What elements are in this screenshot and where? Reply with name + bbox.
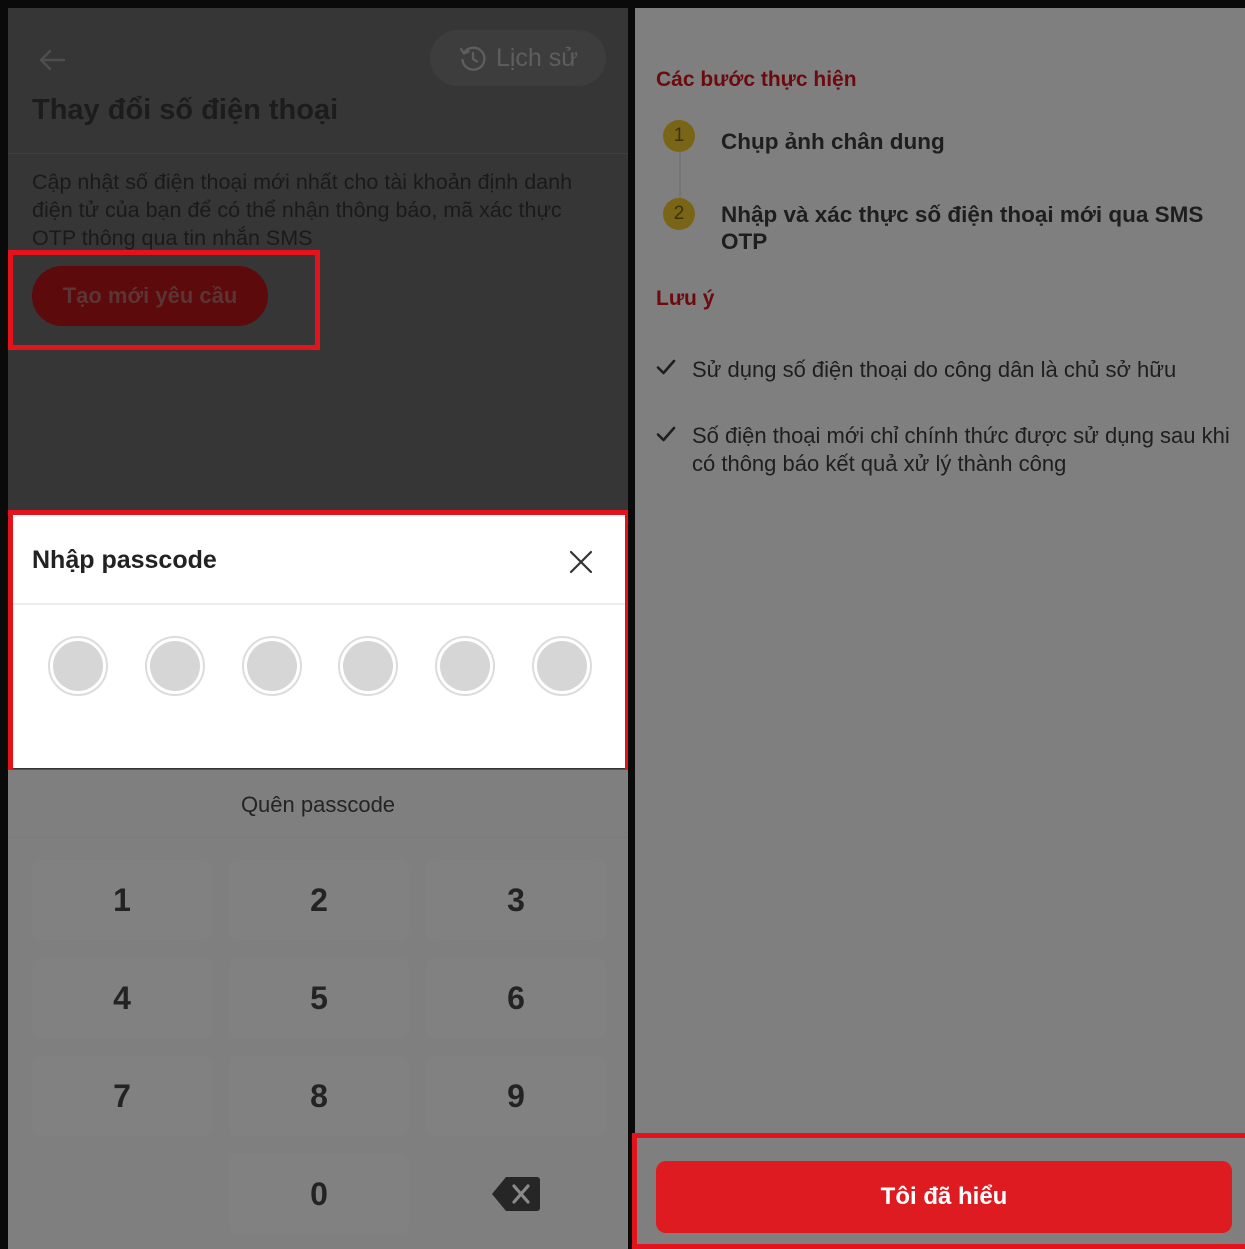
key-3[interactable]: 3 bbox=[426, 860, 606, 940]
instructions-screen: Các bước thực hiện 1 Chụp ảnh chân dung … bbox=[635, 8, 1245, 1249]
note-item: Số điện thoại mới chỉ chính thức được sử… bbox=[692, 423, 1230, 476]
key-9[interactable]: 9 bbox=[426, 1056, 606, 1136]
panel-separator bbox=[628, 0, 635, 1249]
history-label: Lịch sử bbox=[495, 43, 579, 72]
step-number-badge: 2 bbox=[663, 198, 695, 230]
phone-change-screen: Lịch sử Thay đổi số điện thoại Cập nhật … bbox=[8, 8, 628, 1249]
forgot-passcode-link[interactable]: Quên passcode bbox=[8, 792, 628, 818]
key-1[interactable]: 1 bbox=[32, 860, 212, 940]
key-2[interactable]: 2 bbox=[229, 860, 409, 940]
back-arrow-icon[interactable] bbox=[36, 44, 68, 76]
highlight-passcode-sheet bbox=[8, 510, 628, 774]
step-number-badge: 1 bbox=[663, 120, 695, 152]
key-4[interactable]: 4 bbox=[32, 958, 212, 1038]
backspace-key[interactable] bbox=[426, 1154, 606, 1234]
page-title: Thay đổi số điện thoại bbox=[32, 94, 339, 126]
header-divider bbox=[8, 153, 628, 154]
confirm-button[interactable]: Tôi đã hiểu bbox=[656, 1161, 1232, 1233]
key-7[interactable]: 7 bbox=[32, 1056, 212, 1136]
frame-border-left bbox=[0, 0, 8, 1249]
step-label: Nhập và xác thực số điện thoại mới qua S… bbox=[721, 202, 1204, 254]
key-8[interactable]: 8 bbox=[229, 1056, 409, 1136]
history-icon bbox=[459, 46, 486, 71]
page-description: Cập nhật số điện thoại mới nhất cho tài … bbox=[32, 170, 573, 250]
check-icon bbox=[656, 426, 676, 442]
key-5[interactable]: 5 bbox=[229, 958, 409, 1038]
keypad-area: Quên passcode 1 2 3 4 5 6 7 8 9 0 bbox=[8, 770, 628, 1249]
step-label: Chụp ảnh chân dung bbox=[721, 129, 945, 154]
backspace-icon bbox=[492, 1177, 540, 1211]
check-icon bbox=[656, 359, 676, 375]
key-6[interactable]: 6 bbox=[426, 958, 606, 1038]
keypad-divider bbox=[8, 837, 628, 838]
note-item: Sử dụng số điện thoại do công dân là chủ… bbox=[692, 357, 1177, 382]
notes-title: Lưu ý bbox=[656, 287, 715, 310]
frame-border-top bbox=[0, 0, 1245, 8]
steps-title: Các bước thực hiện bbox=[656, 68, 857, 91]
highlight-create-request bbox=[8, 250, 320, 350]
key-0[interactable]: 0 bbox=[229, 1154, 409, 1234]
history-button[interactable]: Lịch sử bbox=[430, 30, 606, 86]
step-connector bbox=[679, 152, 681, 204]
